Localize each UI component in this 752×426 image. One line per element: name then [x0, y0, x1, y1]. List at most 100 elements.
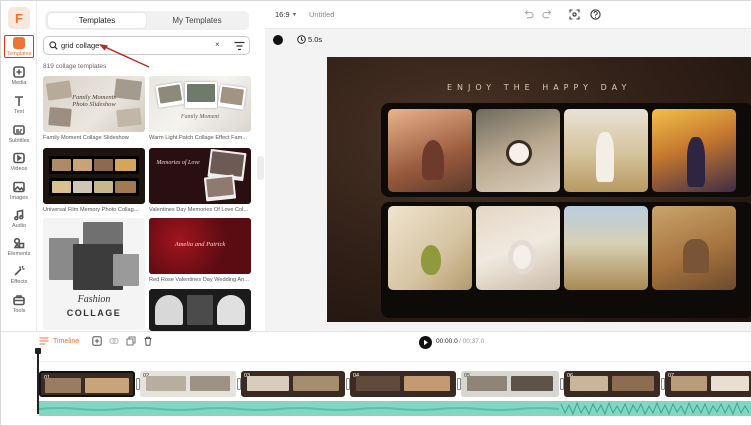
template-card[interactable]: Universal Film Memory Photo Collag...: [43, 148, 145, 213]
template-card[interactable]: Memories of Love Valentines Day Memories…: [149, 148, 251, 213]
rail-item-media[interactable]: Media: [3, 66, 35, 92]
thumbnail-title: Family Moment: [180, 114, 220, 120]
timeline-label[interactable]: Timeline: [53, 338, 79, 345]
thumbnail-title: Amelia and Patrick: [174, 241, 226, 248]
rail-item-effects[interactable]: Effects: [3, 265, 35, 291]
rail-item-label: Audio: [11, 223, 27, 229]
duplicate-icon[interactable]: [126, 336, 136, 346]
template-caption: Family Moment Collage Slideshow: [43, 135, 129, 141]
rail-item-label: Images: [9, 195, 29, 201]
template-card[interactable]: Family Moments Photo Slideshow Family Mo…: [43, 76, 145, 141]
pear-shape: [421, 245, 441, 275]
background-color-swatch[interactable]: [273, 35, 283, 45]
total-time: / 00:37.0: [459, 338, 485, 345]
template-card[interactable]: Fashion COLLAGE: [43, 218, 145, 330]
rail-item-label: Media: [11, 80, 27, 86]
rail-item-elements[interactable]: Elements: [3, 237, 35, 263]
audio-icon: [14, 209, 24, 221]
time-ruler: [39, 354, 751, 362]
template-thumbnail: [43, 148, 145, 204]
left-rail: F Templates Media Text Subtitles Videos …: [1, 1, 37, 331]
canvas-headline: ENJOY THE HAPPY DAY: [447, 83, 632, 92]
play-icon: [424, 339, 428, 346]
rail-item-tools[interactable]: Tools: [3, 294, 35, 320]
rail-item-text[interactable]: Text: [3, 95, 35, 121]
text-icon: [15, 96, 23, 106]
chevron-down-icon: ▾: [293, 12, 297, 18]
template-thumbnail: Fashion COLLAGE: [43, 218, 145, 330]
undo-icon[interactable]: [523, 9, 534, 20]
project-title[interactable]: Untitled: [309, 10, 334, 19]
template-card[interactable]: Family Moment Warm Light Patch Collage E…: [149, 76, 251, 141]
timeline-clip[interactable]: 02: [140, 371, 236, 397]
search-icon: [49, 41, 58, 50]
woman-shape: [596, 132, 614, 182]
rail-item-label: Videos: [10, 166, 28, 172]
thumbnail-title: Family Moments Photo Slideshow: [72, 94, 116, 108]
template-caption: Red Rose Valentines Day Wedding An...: [149, 277, 249, 283]
tools-icon: [13, 295, 25, 306]
vase-shape: [508, 240, 536, 274]
playhead[interactable]: [35, 348, 41, 414]
template-card[interactable]: [149, 289, 251, 331]
rail-item-templates[interactable]: Templates: [4, 35, 34, 58]
template-card[interactable]: Amelia and Patrick Red Rose Valentines D…: [149, 218, 251, 283]
aspect-ratio-select[interactable]: 16:9: [275, 10, 290, 19]
collage-photo[interactable]: [564, 206, 648, 290]
rail-item-subtitles[interactable]: Subtitles: [3, 124, 35, 150]
man-shape: [687, 137, 705, 187]
play-button[interactable]: [419, 336, 432, 349]
app-logo[interactable]: F: [8, 7, 30, 29]
clip-track: 01 02 03 04 05: [39, 371, 751, 397]
split-icon[interactable]: [109, 336, 119, 346]
template-thumbnail: Amelia and Patrick: [149, 218, 251, 274]
images-icon: [13, 181, 25, 193]
search-input[interactable]: grid collage: [61, 41, 99, 50]
media-icon: [13, 66, 25, 78]
panel-collapse-handle[interactable]: [257, 156, 264, 180]
rail-item-videos[interactable]: Videos: [3, 152, 35, 178]
template-search-box[interactable]: grid collage ×: [43, 36, 250, 55]
template-caption: Universal Film Memory Photo Collag...: [43, 207, 139, 213]
help-icon[interactable]: [590, 9, 601, 20]
tab-my-templates[interactable]: My Templates: [148, 13, 246, 28]
rail-item-label: Text: [13, 109, 25, 115]
template-caption: Valentines Day Memories Of Love Col...: [149, 207, 249, 213]
screen-capture-icon[interactable]: [569, 9, 580, 20]
timeline-clip[interactable]: 01: [39, 371, 135, 397]
rail-item-label: Subtitles: [8, 138, 30, 144]
clear-search-button[interactable]: ×: [215, 40, 220, 49]
rail-item-label: Templates: [6, 51, 32, 57]
template-tabs: Templates My Templates: [45, 11, 249, 30]
deer-shape: [683, 239, 709, 273]
timeline-clip[interactable]: 06: [564, 371, 660, 397]
current-time: 00:00.0: [436, 338, 458, 345]
timeline-clip[interactable]: 04: [350, 371, 456, 397]
templates-icon: [13, 37, 25, 49]
rail-item-images[interactable]: Images: [3, 181, 35, 207]
timeline-clip[interactable]: 05: [461, 371, 559, 397]
top-toolbar: 16:9 ▾ Untitled: [265, 1, 751, 29]
audio-track[interactable]: [39, 401, 751, 416]
thumbnail-subtitle: COLLAGE: [66, 308, 122, 318]
templates-panel: Templates My Templates grid collage × 81…: [37, 1, 259, 331]
duration-value[interactable]: 5.0s: [308, 35, 322, 44]
thumbnail-title: Fashion: [77, 294, 111, 305]
redo-icon[interactable]: [542, 9, 553, 20]
clock-icon: [297, 35, 306, 44]
delete-icon[interactable]: [143, 336, 153, 346]
timeline-panel: Timeline 00:00.0 / 00:37.0 01 02 03: [1, 331, 751, 425]
tab-templates[interactable]: Templates: [48, 13, 146, 28]
timeline-clip[interactable]: 07: [665, 371, 751, 397]
rail-item-label: Elements: [7, 251, 31, 257]
timeline-clip[interactable]: 03: [241, 371, 345, 397]
rail-item-audio[interactable]: Audio: [3, 209, 35, 235]
template-thumbnail: [149, 289, 251, 331]
subtitles-icon: [13, 125, 25, 135]
video-canvas[interactable]: ENJOY THE HAPPY DAY: [327, 57, 751, 322]
add-clip-icon[interactable]: [92, 336, 102, 346]
filter-icon[interactable]: [234, 41, 245, 51]
effects-icon: [14, 265, 25, 276]
thumbnail-title: Memories of Love: [156, 160, 200, 166]
template-caption: Warm Light Patch Collage Effect Fam...: [149, 135, 247, 141]
